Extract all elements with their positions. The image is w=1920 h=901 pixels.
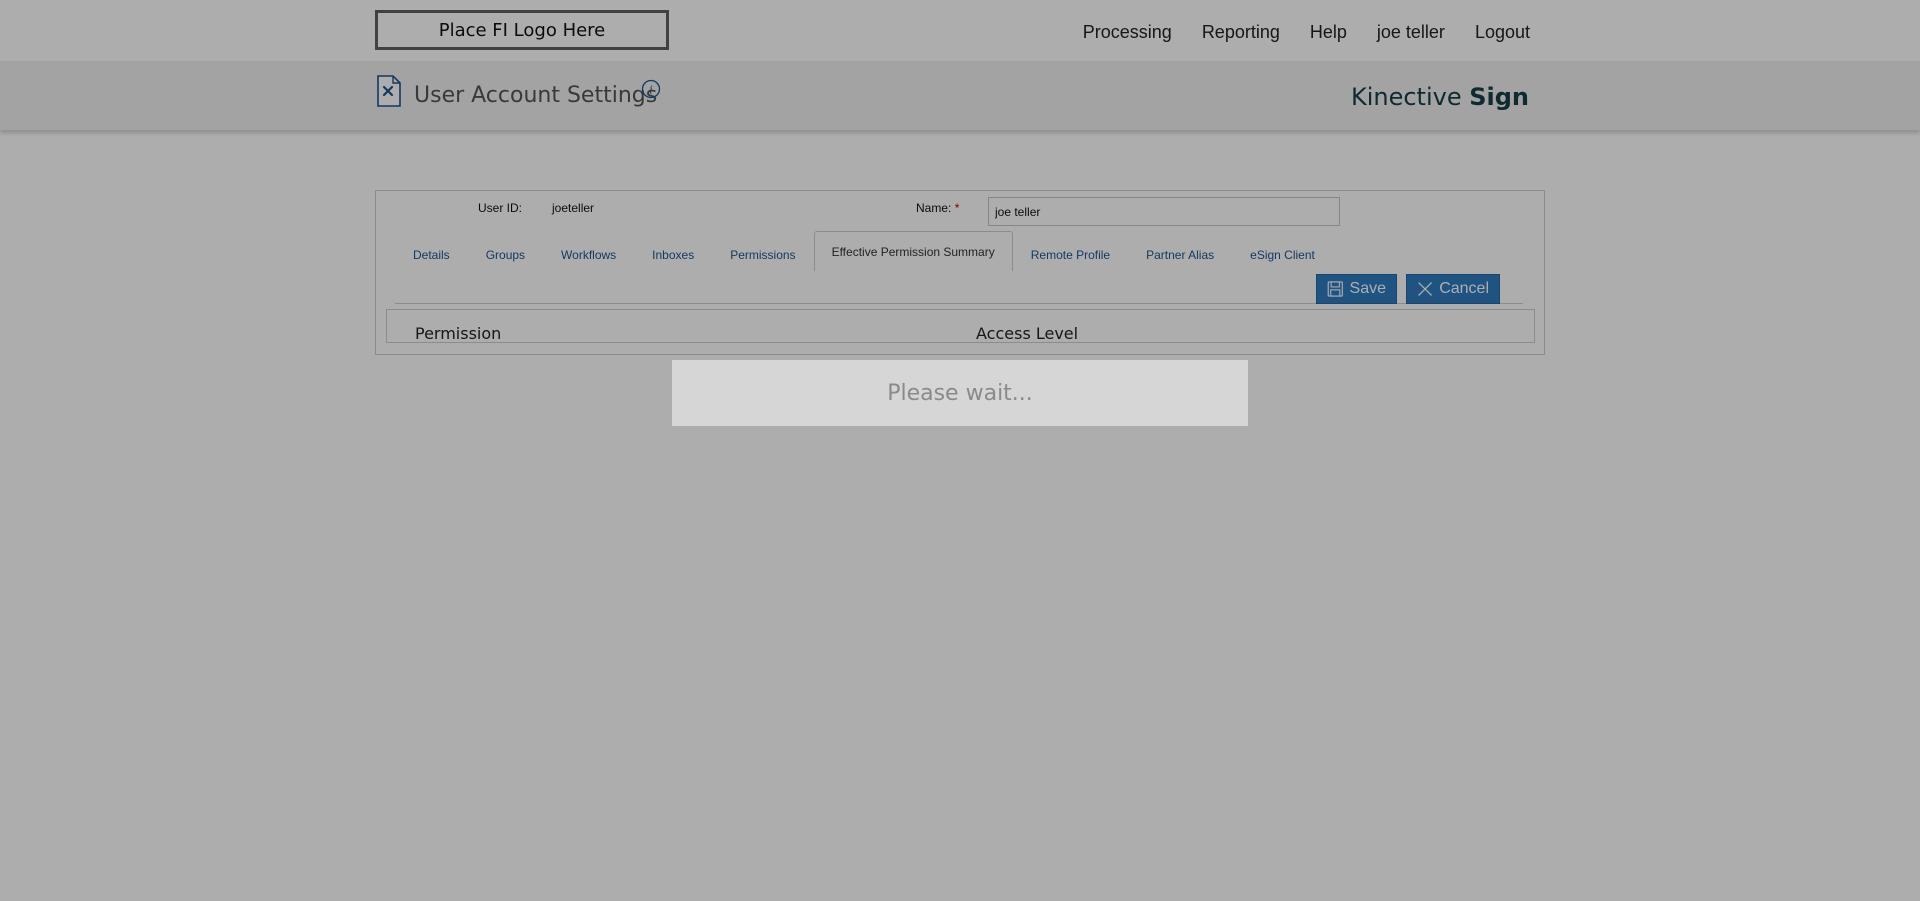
please-wait-dialog: Please wait... [672, 360, 1248, 426]
modal-overlay [0, 0, 1920, 901]
please-wait-message: Please wait... [887, 380, 1033, 406]
